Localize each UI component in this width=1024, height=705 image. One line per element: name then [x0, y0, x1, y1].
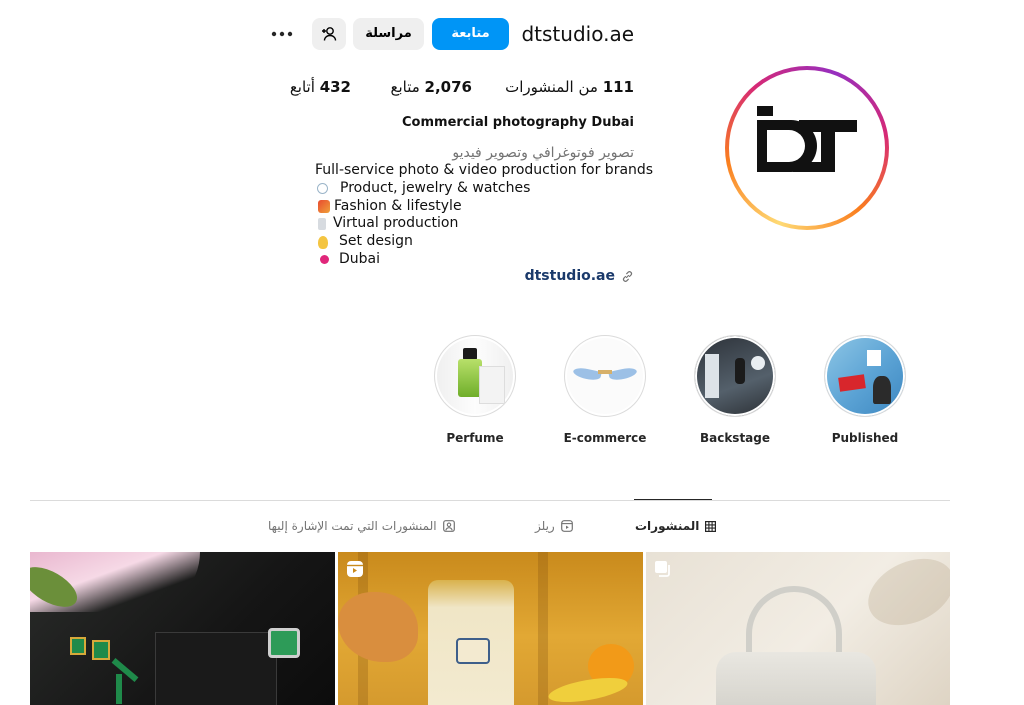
bio-line-text: Full-service photo & video production fo… — [315, 162, 654, 178]
grid-icon — [705, 520, 717, 532]
reel-badge-icon — [347, 561, 363, 577]
tab-label: المنشورات — [635, 519, 700, 533]
post-thumbnail[interactable] — [338, 552, 643, 705]
highlight-label: E-commerce — [563, 431, 647, 445]
bio-line-text: Product, jewelry & watches — [340, 179, 531, 196]
bio-line: Product, jewelry & watches — [315, 180, 653, 198]
lightbulb-emoji-icon — [318, 235, 328, 249]
message-button[interactable]: مراسلة — [353, 18, 424, 50]
profile-full-name: Commercial photography Dubai — [402, 115, 634, 130]
highlight-label: Perfume — [446, 431, 504, 445]
bio-line-text: Fashion & lifestyle — [334, 197, 462, 214]
highlight-thumbnail — [564, 335, 646, 417]
dt-logo-icon — [757, 106, 857, 172]
post-image — [646, 552, 950, 705]
more-horizontal-icon — [271, 31, 293, 37]
add-person-icon — [322, 27, 337, 41]
posts-count-number: 111 — [602, 78, 634, 96]
profile-username: dtstudio.ae — [521, 22, 634, 46]
bio-line-text: Dubai — [339, 250, 381, 267]
posts-count-label: من المنشورات — [505, 78, 598, 96]
website-text: dtstudio.ae — [524, 268, 615, 284]
tagged-person-icon — [442, 520, 455, 532]
profile-website-link[interactable]: dtstudio.ae — [525, 268, 634, 284]
highlight-thumbnail — [434, 335, 516, 417]
post-thumbnail[interactable] — [646, 552, 950, 705]
highlight-e-commerce[interactable]: E-commerce — [560, 335, 650, 445]
followers-count[interactable]: 2,076 متابع — [390, 78, 472, 96]
profile-category: تصوير فوتوغرافي وتصوير فيديو — [452, 145, 634, 161]
reels-icon — [560, 520, 573, 532]
highlight-published[interactable]: Published — [820, 335, 910, 445]
bio-line: Set design — [315, 233, 653, 251]
highlight-thumbnail — [824, 335, 906, 417]
tab-tagged[interactable]: المنشورات التي تمت الإشارة إليها — [268, 519, 455, 533]
following-count-label: أتابع — [289, 78, 315, 96]
tabs-divider — [30, 500, 950, 501]
following-count-number: 432 — [319, 78, 351, 96]
bio-line: Virtual production — [315, 215, 653, 233]
highlight-perfume[interactable]: Perfume — [430, 335, 520, 445]
bio-line: Full-service photo & video production fo… — [315, 162, 653, 180]
post-image — [338, 552, 643, 705]
bio-line-text: Set design — [339, 233, 413, 250]
following-count[interactable]: 432 أتابع — [290, 78, 351, 96]
dancer-emoji-icon — [318, 199, 330, 213]
post-thumbnail[interactable] — [30, 552, 335, 705]
highlight-label: Published — [831, 431, 899, 445]
avatar-image — [729, 70, 885, 226]
bio-line: Fashion & lifestyle — [315, 198, 653, 216]
suggest-accounts-button[interactable] — [312, 18, 346, 50]
bio-line-text: Virtual production — [333, 215, 459, 232]
post-image — [30, 552, 335, 705]
followers-count-label: متابع — [390, 78, 420, 96]
posts-count: 111 من المنشورات — [505, 78, 634, 96]
tab-posts[interactable]: المنشورات — [635, 519, 717, 533]
phone-emoji-icon — [318, 218, 326, 231]
follow-button[interactable]: متابعة — [432, 18, 509, 50]
profile-avatar[interactable] — [725, 66, 889, 230]
highlight-backstage[interactable]: Backstage — [690, 335, 780, 445]
options-button[interactable] — [268, 23, 298, 43]
link-icon — [622, 270, 633, 282]
followers-count-number: 2,076 — [424, 78, 472, 96]
tab-label: المنشورات التي تمت الإشارة إليها — [268, 519, 437, 533]
profile-bio: Full-service photo & video production fo… — [315, 162, 653, 269]
tab-reels[interactable]: ريلز — [535, 519, 573, 533]
pin-emoji-icon — [320, 255, 329, 265]
highlight-thumbnail — [694, 335, 776, 417]
highlight-label: Backstage — [699, 431, 771, 445]
active-tab-indicator — [634, 499, 712, 500]
carousel-badge-icon — [655, 561, 670, 577]
bio-line: Dubai — [315, 251, 653, 269]
tab-label: ريلز — [535, 519, 555, 533]
ring-emoji-icon — [317, 183, 328, 195]
